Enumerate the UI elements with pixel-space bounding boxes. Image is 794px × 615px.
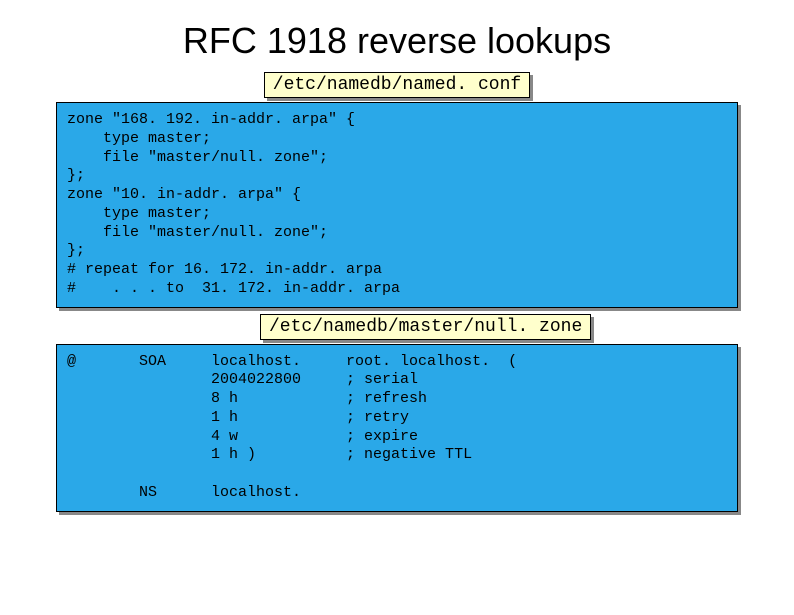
code-block-null-zone: @ SOA localhost. root. localhost. ( 2004… xyxy=(56,344,738,512)
code-block-named-conf: zone "168. 192. in-addr. arpa" { type ma… xyxy=(56,102,738,308)
file-label-null-zone: /etc/namedb/master/null. zone xyxy=(260,314,591,340)
page-title: RFC 1918 reverse lookups xyxy=(0,20,794,62)
file-label-named-conf: /etc/namedb/named. conf xyxy=(264,72,530,98)
